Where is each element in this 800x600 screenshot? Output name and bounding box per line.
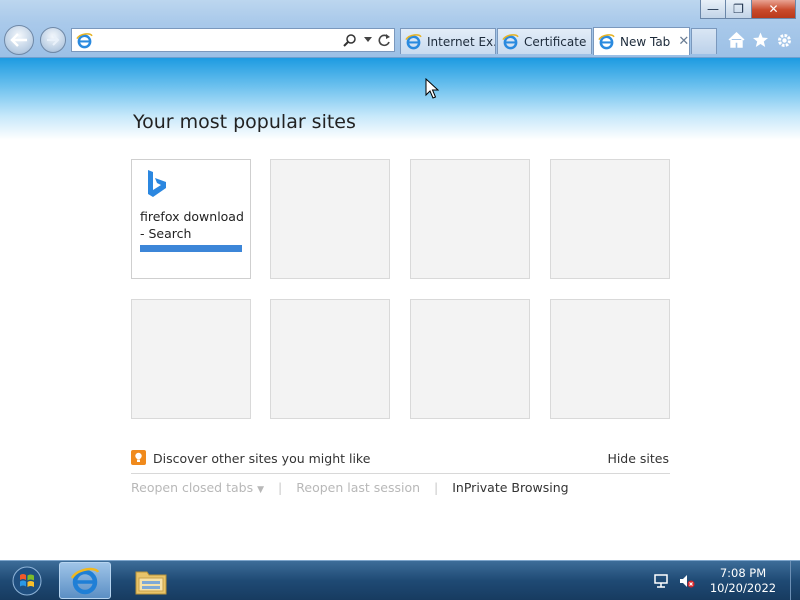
site-tile-empty[interactable] — [410, 299, 530, 419]
show-desktop-button[interactable] — [790, 561, 800, 600]
address-input[interactable] — [96, 31, 336, 49]
back-button[interactable] — [4, 25, 34, 55]
windows-logo-icon — [12, 566, 42, 596]
browser-toolbar: — ❐ ✕ Internet Ex Certificate New Tab ✕ — [0, 0, 800, 58]
tab-new-tab[interactable]: New Tab ✕ — [593, 27, 690, 55]
tab-close-icon[interactable]: ✕ — [678, 34, 689, 49]
clock[interactable]: 7:08 PM 10/20/2022 — [704, 566, 782, 596]
clock-date: 10/20/2022 — [709, 581, 777, 595]
tab-label: Internet Ex... — [427, 34, 495, 49]
hide-sites-link[interactable]: Hide sites — [607, 451, 669, 466]
search-icon[interactable] — [342, 32, 358, 48]
site-tile-empty[interactable] — [270, 159, 390, 279]
new-tab-page: Your most popular sites firefox download… — [0, 58, 800, 560]
ie-tab-icon — [598, 34, 615, 50]
ie-page-icon — [76, 33, 93, 49]
ie-tab-icon — [405, 34, 422, 50]
volume-muted-icon[interactable] — [678, 572, 696, 590]
tab-internet-explorer[interactable]: Internet Ex... — [400, 28, 496, 54]
address-bar[interactable] — [71, 28, 395, 52]
network-icon[interactable] — [652, 572, 670, 590]
site-tile-empty[interactable] — [550, 159, 670, 279]
window-controls: — ❐ ✕ — [700, 0, 796, 19]
site-tile-activity-bar — [140, 245, 242, 252]
taskbar: 7:08 PM 10/20/2022 — [0, 560, 800, 600]
reopen-closed-tabs-label: Reopen closed tabs — [131, 480, 254, 495]
tab-certificate[interactable]: Certificate ... — [497, 28, 592, 54]
restore-button[interactable]: ❐ — [726, 0, 752, 19]
reopen-closed-tabs-link[interactable]: Reopen closed tabs ▼ — [131, 480, 264, 495]
discover-sites-link[interactable]: Discover other sites you might like — [153, 451, 370, 466]
favorites-star-icon[interactable] — [750, 30, 770, 50]
taskbar-file-explorer[interactable] — [125, 562, 177, 599]
site-tile-empty[interactable] — [270, 299, 390, 419]
site-tile-bing[interactable]: firefox download - Search — [131, 159, 251, 279]
forward-arrow-icon — [47, 34, 60, 46]
mouse-cursor-icon — [425, 78, 439, 99]
gear-icon[interactable] — [774, 30, 794, 50]
session-links: Reopen closed tabs ▼ | Reopen last sessio… — [131, 480, 569, 495]
site-tile-empty[interactable] — [410, 159, 530, 279]
bing-icon — [148, 170, 166, 197]
site-tile-label: firefox download - Search — [140, 209, 244, 241]
separator: | — [434, 480, 439, 495]
start-button[interactable] — [0, 561, 54, 600]
site-tile-empty[interactable] — [550, 299, 670, 419]
folder-icon — [135, 571, 167, 594]
reopen-last-session-link[interactable]: Reopen last session — [296, 480, 420, 495]
forward-button[interactable] — [40, 27, 66, 53]
chevron-down-icon[interactable] — [360, 32, 376, 48]
separator: | — [278, 480, 283, 495]
taskbar-internet-explorer[interactable] — [59, 562, 111, 599]
home-icon[interactable] — [726, 30, 746, 50]
minimize-button[interactable]: — — [700, 0, 726, 19]
close-button[interactable]: ✕ — [752, 0, 796, 19]
chevron-down-icon: ▼ — [257, 485, 265, 495]
ie-icon — [70, 567, 100, 594]
discover-row: Discover other sites you might like Hide… — [131, 450, 670, 474]
inprivate-browsing-link[interactable]: InPrivate Browsing — [452, 480, 568, 495]
new-tab-button[interactable] — [691, 28, 717, 54]
refresh-icon[interactable] — [376, 32, 392, 48]
tab-label: Certificate ... — [524, 34, 591, 49]
system-tray: 7:08 PM 10/20/2022 — [652, 561, 800, 600]
ie-tab-icon — [502, 34, 519, 50]
back-arrow-icon — [10, 33, 27, 47]
tab-label: New Tab — [620, 34, 671, 49]
lightbulb-icon — [131, 450, 146, 465]
site-tile-empty[interactable] — [131, 299, 251, 419]
clock-time: 7:08 PM — [719, 566, 767, 580]
page-title: Your most popular sites — [133, 111, 356, 133]
